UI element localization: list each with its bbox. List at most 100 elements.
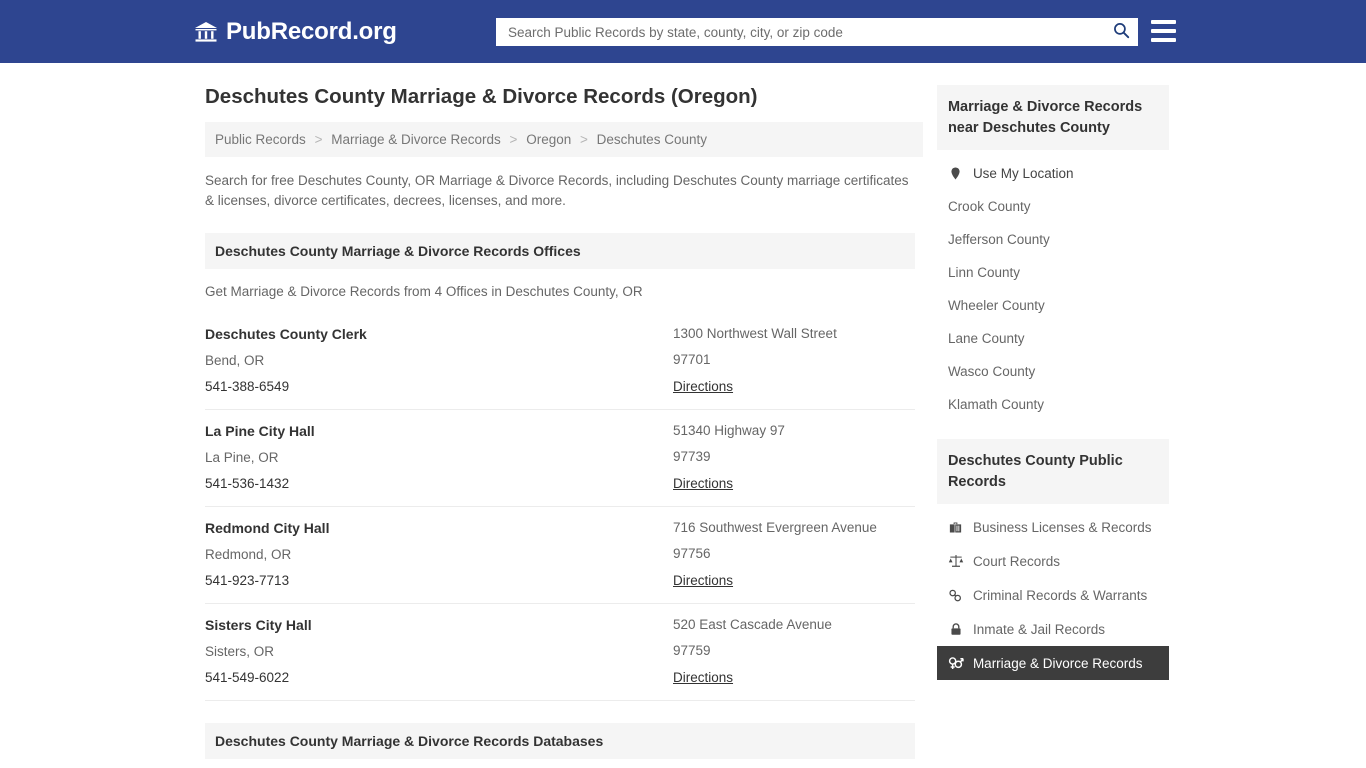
sidebar-public-records-list: Business Licenses & Records Court Record… xyxy=(936,510,1169,681)
table-row: La Pine City Hall La Pine, OR 541-536-14… xyxy=(205,410,915,507)
office-address-block: 520 East Cascade Avenue 97759 Directions xyxy=(673,617,915,687)
hamburger-menu-icon[interactable] xyxy=(1151,20,1176,42)
breadcrumb-item-oregon[interactable]: Oregon xyxy=(526,132,571,147)
office-phone: 541-536-1432 xyxy=(205,475,290,491)
main-column: Deschutes County Marriage & Divorce Reco… xyxy=(197,85,923,768)
sidebar-item-linn-county[interactable]: Linn County xyxy=(937,256,1169,289)
page-body: Deschutes County Marriage & Divorce Reco… xyxy=(0,63,1366,768)
office-address-block: 716 Southwest Evergreen Avenue 97756 Dir… xyxy=(673,520,915,590)
sidebar-public-records-heading: Deschutes County Public Records xyxy=(936,439,1169,505)
office-address-block: 51340 Highway 97 97739 Directions xyxy=(673,423,915,493)
sidebar-item-label: Crook County xyxy=(947,199,1031,215)
sidebar-item-label: Court Records xyxy=(972,553,1060,569)
lock-icon xyxy=(948,621,964,637)
breadcrumb: Public Records > Marriage & Divorce Reco… xyxy=(205,121,923,157)
search-button[interactable] xyxy=(1110,21,1132,43)
office-details: Sisters City Hall Sisters, OR 541-549-60… xyxy=(205,617,673,687)
table-row: Deschutes County Clerk Bend, OR 541-388-… xyxy=(205,313,915,410)
handcuffs-icon xyxy=(948,587,964,603)
table-row: Sisters City Hall Sisters, OR 541-549-60… xyxy=(205,604,915,701)
search-icon xyxy=(1112,21,1131,43)
sidebar-item-label: Marriage & Divorce Records xyxy=(972,655,1143,671)
breadcrumb-separator: > xyxy=(509,131,518,147)
office-address-block: 1300 Northwest Wall Street 97701 Directi… xyxy=(673,326,915,396)
sidebar-item-label: Klamath County xyxy=(947,397,1044,413)
sidebar-item-label: Lane County xyxy=(947,331,1025,347)
directions-link[interactable]: Directions xyxy=(673,670,733,685)
office-zip: 97759 xyxy=(673,642,711,658)
office-details: La Pine City Hall La Pine, OR 541-536-14… xyxy=(205,423,673,493)
directions-link[interactable]: Directions xyxy=(673,379,733,394)
offices-list: Deschutes County Clerk Bend, OR 541-388-… xyxy=(205,313,915,701)
sidebar-item-label: Inmate & Jail Records xyxy=(972,621,1105,637)
sidebar-item-crook-county[interactable]: Crook County xyxy=(937,190,1169,223)
site-logo[interactable]: PubRecord.org xyxy=(194,17,397,45)
sidebar-nearby-list: Use My Location Crook County Jefferson C… xyxy=(937,156,1169,421)
site-logo-text: PubRecord.org xyxy=(226,17,397,45)
office-name: Redmond City Hall xyxy=(205,519,330,536)
search-bar xyxy=(496,18,1138,46)
office-details: Deschutes County Clerk Bend, OR 541-388-… xyxy=(205,326,673,396)
office-address: 51340 Highway 97 xyxy=(673,422,785,438)
office-phone: 541-549-6022 xyxy=(205,669,290,685)
bank-building-icon xyxy=(194,20,218,44)
office-phone: 541-923-7713 xyxy=(205,572,290,588)
sidebar-public-records-group: Deschutes County Public Records Business… xyxy=(936,439,1169,681)
office-city: Bend, OR xyxy=(205,352,265,368)
offices-section-heading: Deschutes County Marriage & Divorce Reco… xyxy=(205,232,915,269)
scales-of-justice-icon xyxy=(948,553,964,569)
sidebar: Marriage & Divorce Records near Deschute… xyxy=(936,85,1169,768)
sidebar-item-criminal-records[interactable]: Criminal Records & Warrants xyxy=(937,578,1169,612)
office-city: Sisters, OR xyxy=(205,643,275,659)
breadcrumb-separator: > xyxy=(580,131,588,147)
page-title: Deschutes County Marriage & Divorce Reco… xyxy=(205,85,758,108)
page-intro-text: Search for free Deschutes County, OR Mar… xyxy=(205,172,909,208)
site-header: PubRecord.org xyxy=(0,0,1366,63)
briefcase-icon xyxy=(948,519,964,535)
gender-symbols-icon xyxy=(948,655,964,671)
sidebar-item-court-records[interactable]: Court Records xyxy=(937,544,1169,578)
office-zip: 97701 xyxy=(673,351,711,367)
offices-section-subheading: Get Marriage & Divorce Records from 4 Of… xyxy=(205,283,643,299)
sidebar-item-use-my-location[interactable]: Use My Location xyxy=(937,156,1169,190)
sidebar-item-klamath-county[interactable]: Klamath County xyxy=(937,388,1169,421)
hamburger-bar xyxy=(1151,20,1176,24)
sidebar-item-label: Linn County xyxy=(947,265,1020,281)
office-name: Deschutes County Clerk xyxy=(205,325,367,342)
databases-section-heading: Deschutes County Marriage & Divorce Reco… xyxy=(205,722,915,759)
sidebar-item-label: Criminal Records & Warrants xyxy=(972,587,1148,603)
office-address: 716 Southwest Evergreen Avenue xyxy=(673,519,877,535)
office-name: Sisters City Hall xyxy=(205,616,312,633)
directions-link[interactable]: Directions xyxy=(673,573,733,588)
office-name: La Pine City Hall xyxy=(205,422,315,439)
map-pin-icon xyxy=(948,165,964,181)
sidebar-item-label: Jefferson County xyxy=(947,232,1050,248)
sidebar-item-inmate-jail-records[interactable]: Inmate & Jail Records xyxy=(937,612,1169,646)
breadcrumb-item-public-records[interactable]: Public Records xyxy=(215,132,306,147)
office-zip: 97756 xyxy=(673,545,711,561)
content-container: Deschutes County Marriage & Divorce Reco… xyxy=(197,63,1169,768)
sidebar-item-wheeler-county[interactable]: Wheeler County xyxy=(937,289,1169,322)
office-city: Redmond, OR xyxy=(205,546,292,562)
office-address: 520 East Cascade Avenue xyxy=(673,616,832,632)
office-details: Redmond City Hall Redmond, OR 541-923-77… xyxy=(205,520,673,590)
table-row: Redmond City Hall Redmond, OR 541-923-77… xyxy=(205,507,915,604)
sidebar-item-wasco-county[interactable]: Wasco County xyxy=(937,355,1169,388)
sidebar-item-jefferson-county[interactable]: Jefferson County xyxy=(937,223,1169,256)
office-address: 1300 Northwest Wall Street xyxy=(673,325,837,341)
hamburger-bar xyxy=(1151,38,1176,42)
breadcrumb-separator: > xyxy=(314,131,323,147)
hamburger-bar xyxy=(1151,29,1176,33)
breadcrumb-item-deschutes-county[interactable]: Deschutes County xyxy=(597,132,707,147)
sidebar-item-lane-county[interactable]: Lane County xyxy=(937,322,1169,355)
office-city: La Pine, OR xyxy=(205,449,279,465)
sidebar-item-business-licenses[interactable]: Business Licenses & Records xyxy=(937,510,1169,544)
sidebar-item-label: Wasco County xyxy=(947,364,1036,380)
directions-link[interactable]: Directions xyxy=(673,476,733,491)
sidebar-item-label: Use My Location xyxy=(972,165,1074,181)
breadcrumb-item-marriage-divorce-records[interactable]: Marriage & Divorce Records xyxy=(331,132,501,147)
sidebar-item-label: Wheeler County xyxy=(947,298,1045,314)
search-input[interactable] xyxy=(506,23,1110,41)
sidebar-item-marriage-divorce-records[interactable]: Marriage & Divorce Records xyxy=(936,646,1169,681)
office-phone: 541-388-6549 xyxy=(205,378,290,394)
